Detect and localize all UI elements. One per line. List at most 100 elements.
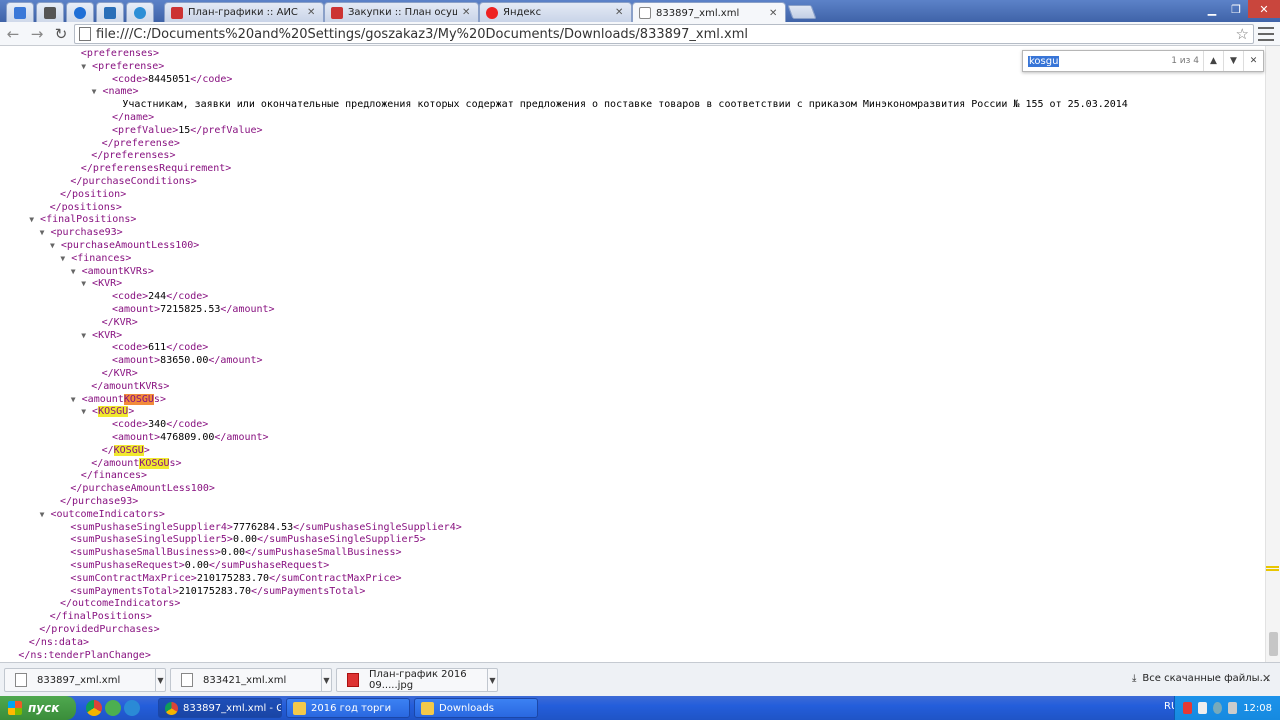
maximize-button[interactable]: ❐	[1224, 0, 1248, 18]
document-icon	[331, 6, 343, 19]
xml-document: <preferenses> ▼ <preferense> <code>8445051…	[0, 46, 1265, 662]
xml-line: </ns:tenderPlanChange>	[18, 649, 151, 661]
download-item[interactable]: План-график 2016 09.....jpg ▼	[336, 668, 498, 692]
start-label: пуск	[28, 701, 60, 715]
xml-line: </finalPositions>	[49, 611, 152, 623]
url-text[interactable]: file:///C:/Documents%20and%20Settings/go…	[96, 27, 748, 42]
xml-line: <code>8445051</code>	[112, 73, 233, 85]
forward-button[interactable]: →	[28, 25, 46, 43]
pinned-tab-3[interactable]	[66, 2, 94, 22]
close-window-button[interactable]: ✕	[1248, 0, 1280, 18]
yandex-icon	[486, 6, 498, 19]
network-icon[interactable]	[1213, 702, 1223, 714]
ie-icon[interactable]	[124, 700, 140, 716]
collapse-triangle-icon[interactable]: ▼	[60, 254, 65, 263]
globe-icon	[74, 6, 86, 19]
xml-line: <sumPushaseSingleSupplier4>7776284.53</s…	[70, 521, 462, 533]
xml-line: ▼ <KVR>	[81, 329, 123, 341]
file-icon	[181, 673, 193, 687]
find-next-button[interactable]: ▼	[1223, 51, 1243, 71]
close-icon[interactable]: ✕	[462, 7, 472, 18]
xml-line: ▼ <preferense>	[81, 60, 165, 72]
collapse-triangle-icon[interactable]: ▼	[81, 331, 86, 340]
page-icon	[639, 7, 651, 19]
close-icon[interactable]: ✕	[307, 7, 317, 18]
download-name: 833897_xml.xml	[37, 674, 121, 686]
ais-icon	[14, 6, 26, 19]
page-icon	[79, 27, 91, 41]
xml-line: <sumContractMaxPrice>210175283.70</sumCo…	[70, 572, 402, 584]
download-item[interactable]: 833897_xml.xml ▼	[4, 668, 166, 692]
xml-line: </preferense>	[101, 137, 180, 149]
download-icon: ⤓	[1132, 673, 1137, 684]
xml-line: Участникам, заявки или окончательные пре…	[122, 99, 1128, 111]
scroll-thumb[interactable]	[1269, 632, 1278, 656]
taskbar-window-folder[interactable]: 2016 год торги	[286, 698, 410, 718]
pinned-tab-2[interactable]	[36, 2, 64, 22]
tab-xml-file[interactable]: 833897_xml.xml ✕	[632, 2, 786, 23]
tab-yandex[interactable]: Яндекс ✕	[479, 2, 632, 22]
chrome-icon	[165, 701, 178, 715]
reload-button[interactable]: ↻	[52, 25, 70, 43]
close-icon[interactable]: ✕	[615, 7, 625, 18]
collapse-triangle-icon[interactable]: ▼	[81, 62, 86, 71]
download-menu-arrow[interactable]: ▼	[155, 669, 165, 691]
new-tab-button[interactable]	[787, 5, 817, 19]
xml-line: ▼ <amountKOSGUs>	[70, 393, 166, 405]
spark-icon[interactable]	[105, 700, 121, 716]
taskbar-window-label: 833897_xml.xml - Go...	[183, 702, 281, 714]
start-button[interactable]: пуск	[0, 696, 76, 720]
collapse-triangle-icon[interactable]: ▼	[40, 228, 45, 237]
minimize-button[interactable]: ▁	[1200, 0, 1224, 18]
mail-icon	[44, 6, 56, 19]
xml-line: <sumPushaseSmallBusiness>0.00</sumPushas…	[70, 547, 402, 559]
chrome-menu-button[interactable]	[1258, 27, 1274, 41]
taskbar-window-downloads[interactable]: Downloads	[414, 698, 538, 718]
collapse-triangle-icon[interactable]: ▼	[92, 87, 97, 96]
app-tray-icon[interactable]	[1198, 702, 1208, 714]
download-menu-arrow[interactable]: ▼	[321, 669, 331, 691]
xml-line: </ns:data>	[28, 636, 90, 648]
tab-title: План-графики :: АИС ГЗ	[188, 7, 302, 18]
taskbar-window-label: Downloads	[439, 702, 494, 714]
tab-plan-grafiki[interactable]: План-графики :: АИС ГЗ ✕	[164, 2, 324, 22]
download-item[interactable]: 833421_xml.xml ▼	[170, 668, 332, 692]
collapse-triangle-icon[interactable]: ▼	[81, 407, 86, 416]
download-menu-arrow[interactable]: ▼	[487, 669, 497, 691]
collapse-triangle-icon[interactable]: ▼	[71, 395, 76, 404]
tab-zakupki[interactable]: Закупки :: План осуществл ✕	[324, 2, 479, 22]
collapse-triangle-icon[interactable]: ▼	[29, 215, 34, 224]
xml-line: </purchaseConditions>	[70, 176, 197, 187]
bookmark-star-icon[interactable]: ☆	[1236, 25, 1249, 43]
chrome-icon[interactable]	[86, 700, 102, 716]
find-bar: kosgu 1 из 4 ▲ ▼ ✕	[1022, 50, 1264, 72]
xml-line: <prefValue>15</prefValue>	[112, 124, 263, 136]
collapse-triangle-icon[interactable]: ▼	[50, 241, 55, 250]
antivirus-icon[interactable]	[1183, 702, 1193, 714]
xml-line: <code>340</code>	[112, 419, 209, 431]
back-button[interactable]: ←	[4, 25, 22, 43]
xml-line: </KVR>	[101, 316, 138, 328]
taskbar-window-chrome[interactable]: 833897_xml.xml - Go...	[158, 698, 282, 718]
find-previous-button[interactable]: ▲	[1203, 51, 1223, 71]
xml-line: </preferensesRequirement>	[80, 163, 232, 175]
collapse-triangle-icon[interactable]: ▼	[81, 279, 86, 288]
close-icon[interactable]: ✕	[769, 8, 779, 19]
all-downloads-label: Все скачанные файлы...	[1142, 673, 1270, 684]
pinned-tab-4[interactable]	[96, 2, 124, 22]
vertical-scrollbar[interactable]	[1265, 46, 1280, 662]
collapse-triangle-icon[interactable]: ▼	[40, 510, 45, 519]
taskbar: пуск 833897_xml.xml - Go... 2016 год тор…	[0, 696, 1280, 720]
close-shelf-button[interactable]: ✕	[1262, 672, 1271, 685]
browser-toolbar: ← → ↻ file:///C:/Documents%20and%20Setti…	[0, 22, 1280, 46]
pinned-tab-5[interactable]	[126, 2, 154, 22]
pinned-tab-1[interactable]	[6, 2, 34, 22]
collapse-triangle-icon[interactable]: ▼	[71, 267, 76, 276]
download-shelf: 833897_xml.xml ▼ 833421_xml.xml ▼ План-г…	[0, 662, 1280, 696]
all-downloads-link[interactable]: ⤓ Все скачанные файлы...	[1132, 673, 1269, 684]
xml-line: </positions>	[49, 201, 122, 213]
find-close-button[interactable]: ✕	[1243, 51, 1263, 71]
address-bar[interactable]: file:///C:/Documents%20and%20Settings/go…	[74, 24, 1254, 44]
volume-icon[interactable]	[1228, 702, 1238, 714]
xml-line: </providedPurchases>	[39, 624, 160, 635]
